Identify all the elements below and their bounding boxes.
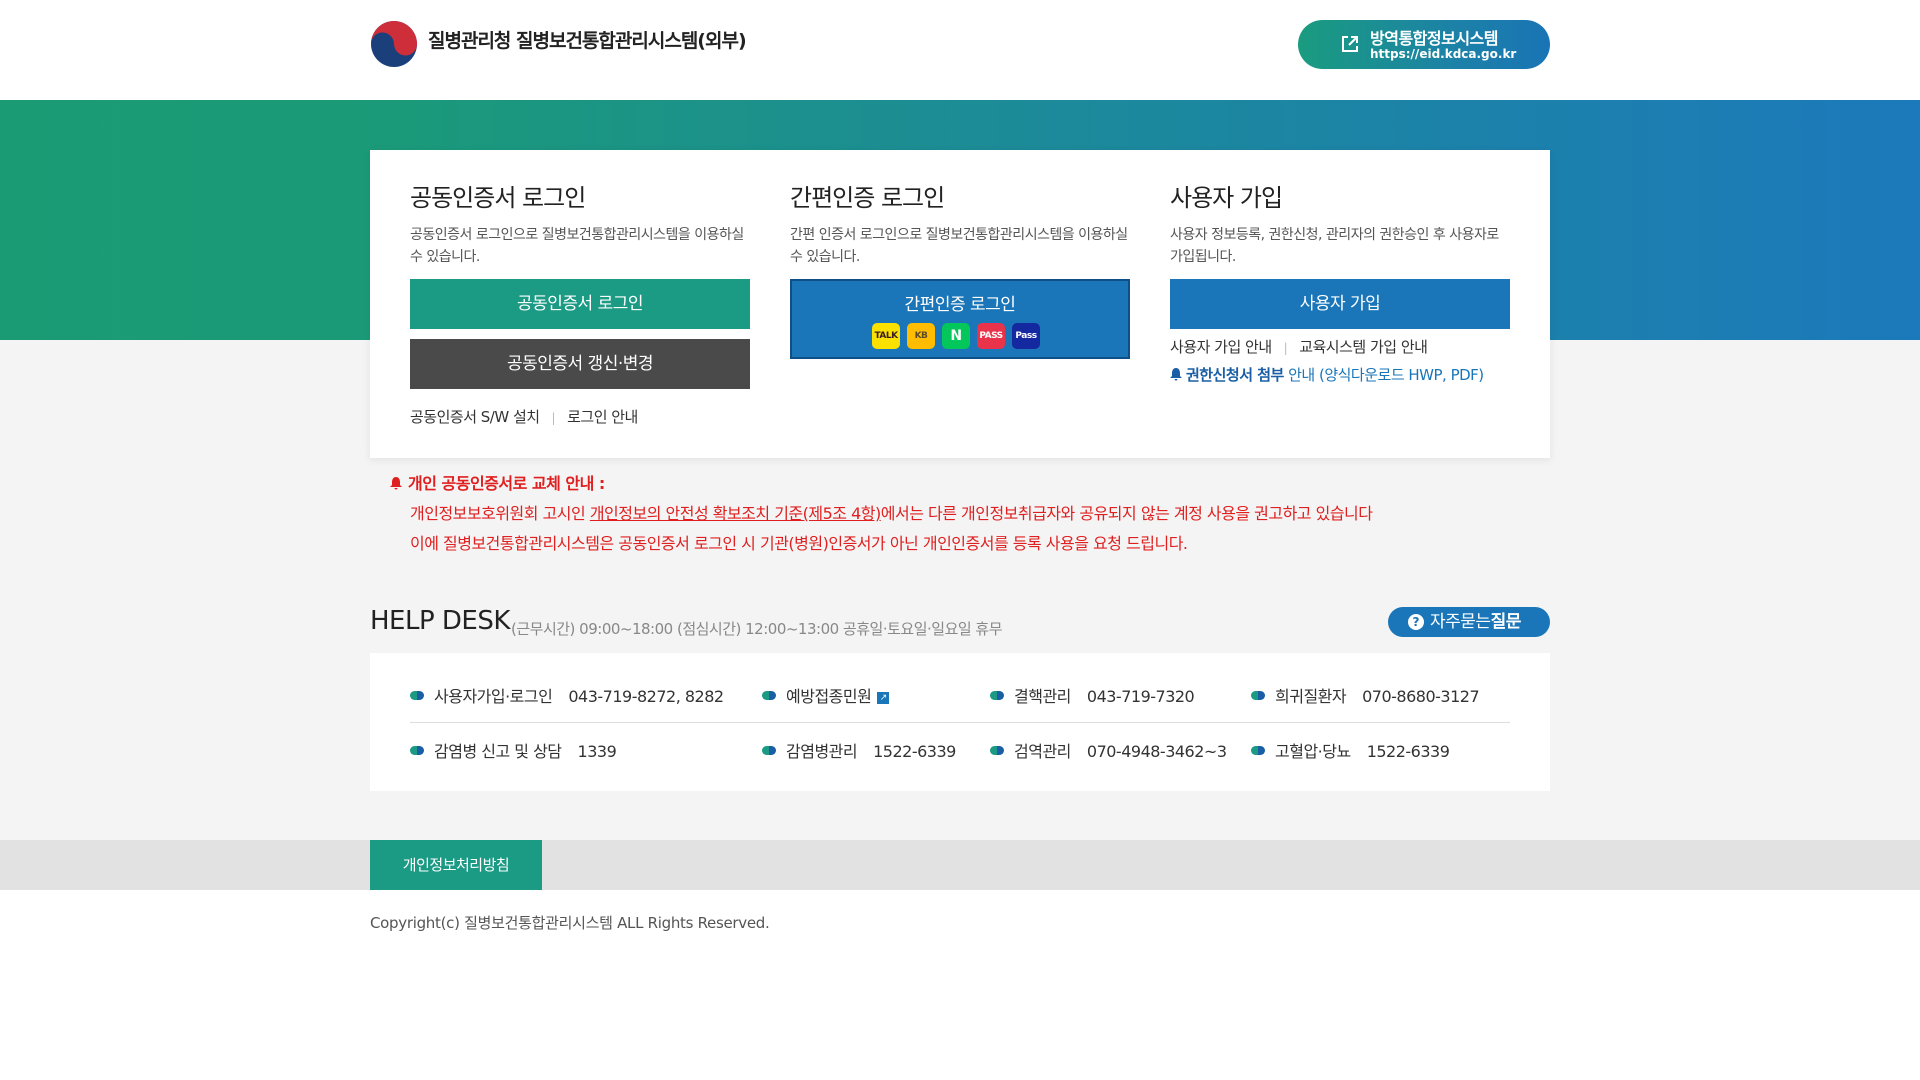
signup-title: 사용자 가입: [1170, 184, 1283, 212]
cert-renew-button[interactable]: 공동인증서 갱신·변경: [410, 339, 750, 389]
notice-line1-post: 에서는 다른 개인정보취급자와 공유되지 않는 계정 사용을 권고하고 있습니다: [880, 504, 1373, 523]
contact-label: 희귀질환자: [1275, 687, 1347, 706]
cert-login-title: 공동인증서 로그인: [410, 184, 586, 212]
external-link-icon: ↗: [877, 691, 890, 704]
contact-label: 사용자가입·로그인: [434, 687, 553, 706]
contact-number: 043-719-7320: [1086, 687, 1195, 706]
kb-icon: KB: [907, 323, 935, 349]
notice-head: 개인 공동인증서로 교체 안내 :: [390, 470, 1540, 494]
bullet-icon: [762, 746, 776, 755]
permission-form-bold: 권한신청서 첨부: [1186, 366, 1284, 384]
contact-number: 070-8680-3127: [1362, 687, 1480, 706]
contact-label: 고혈압·당뇨: [1275, 742, 1351, 761]
contact-item: 사용자가입·로그인 043-719-8272, 8282: [410, 683, 724, 707]
simple-login-button[interactable]: 간편인증 로그인 TALK KB N PASS Pass: [790, 279, 1130, 359]
contact-number: 1522-6339: [1366, 742, 1450, 761]
contact-number: 1339: [577, 742, 617, 761]
eid-system-button[interactable]: 방역통합정보시스템 https://eid.kdca.go.kr: [1298, 20, 1550, 69]
faq-button[interactable]: ? 자주묻는질문: [1388, 607, 1550, 637]
login-guide-link[interactable]: 로그인 안내: [567, 408, 638, 426]
login-card: 공동인증서 로그인 공동인증서 로그인으로 질병보건통합관리시스템을 이용하실 …: [370, 150, 1550, 458]
kakao-icon: TALK: [872, 323, 900, 349]
bell-icon: [1170, 368, 1182, 381]
bullet-icon: [990, 746, 1004, 755]
cert-install-link[interactable]: 공동인증서 S/W 설치: [410, 408, 540, 426]
faq-label-bold: 질문: [1490, 612, 1522, 632]
bell-icon: [390, 477, 402, 490]
contact-label: 검역관리: [1014, 742, 1071, 761]
kdca-logo[interactable]: [370, 20, 418, 68]
contact-number: 1522-6339: [873, 742, 956, 761]
provider-icons: TALK KB N PASS Pass: [872, 323, 1052, 349]
contact-item: 결핵관리 043-719-7320: [990, 683, 1195, 707]
eid-url: https://eid.kdca.go.kr: [1370, 47, 1517, 61]
simple-login-desc: 간편 인증서 로그인으로 질병보건통합관리시스템을 이용하실 수 있습니다.: [790, 227, 1128, 265]
question-icon: ?: [1408, 614, 1424, 630]
simple-login-label: 간편인증 로그인: [904, 295, 1016, 315]
notice-line1-pre: 개인정보보호위원회 고시인: [410, 504, 590, 523]
simple-login-title: 간편인증 로그인: [790, 184, 945, 212]
bullet-icon: [410, 691, 424, 700]
permission-form-rest: 안내 (양식다운로드 HWP, PDF): [1283, 366, 1484, 384]
copyright: Copyright(c) 질병보건통합관리시스템 ALL Rights Rese…: [370, 914, 770, 932]
contact-item-vaccination[interactable]: 예방접종민원 ↗: [762, 683, 890, 707]
contact-label: 예방접종민원: [786, 687, 872, 706]
bullet-icon: [762, 691, 776, 700]
contact-item: 검역관리 070-4948-3462~3: [990, 738, 1227, 762]
site-title[interactable]: 질병관리청 질병보건통합관리시스템(외부): [428, 26, 747, 53]
helpdesk-contacts: 사용자가입·로그인 043-719-8272, 8282 예방접종민원 ↗ 결핵관리…: [370, 653, 1550, 791]
notice-line-2: 이에 질병보건통합관리시스템은 공동인증서 로그인 시 기관(병원)인증서가 아…: [410, 534, 1188, 553]
header: 질병관리청 질병보건통합관리시스템(외부) 방역통합정보시스템 https://…: [0, 0, 1920, 100]
external-link-icon: [1342, 36, 1358, 52]
cert-login-desc: 공동인증서 로그인으로 질병보건통합관리시스템을 이용하실 수 있습니다.: [410, 227, 744, 265]
notice-head-text: 개인 공동인증서로 교체 안내 :: [408, 474, 605, 493]
contact-number: 043-719-8272, 8282: [568, 687, 724, 706]
helpdesk-hours: (근무시간) 09:00~18:00 (점심시간) 12:00~13:00 공휴…: [511, 620, 1003, 638]
contact-label: 감염병관리: [786, 742, 858, 761]
contact-item: 감염병 신고 및 상담 1339: [410, 738, 617, 762]
edu-signup-link[interactable]: 교육시스템 가입 안내: [1299, 338, 1428, 356]
divider: |: [551, 411, 556, 425]
privacy-policy-link[interactable]: 개인정보처리방침: [370, 840, 542, 890]
pass-icon: PASS: [977, 323, 1005, 349]
bullet-icon: [1251, 746, 1265, 755]
signup-button[interactable]: 사용자 가입: [1170, 279, 1510, 329]
cert-links: 공동인증서 S/W 설치 | 로그인 안내: [410, 406, 638, 427]
permission-form-link[interactable]: 권한신청서 첨부 안내 (양식다운로드 HWP, PDF): [1170, 364, 1484, 385]
faq-label: 자주묻는질문: [1430, 607, 1521, 637]
signup-guide-link[interactable]: 사용자 가입 안내: [1170, 338, 1272, 356]
helpdesk-title: HELP DESK: [370, 606, 510, 636]
divider: [410, 722, 1510, 723]
contact-label: 결핵관리: [1014, 687, 1071, 706]
footer-bar: [0, 840, 1920, 890]
notice-regulation-link[interactable]: 개인정보의 안전성 확보조치 기준(제5조 4항): [590, 504, 881, 523]
bullet-icon: [990, 691, 1004, 700]
contact-item: 감염병관리 1522-6339: [762, 738, 956, 762]
faq-label-pre: 자주묻는: [1430, 612, 1491, 632]
bullet-icon: [410, 746, 424, 755]
signup-desc: 사용자 정보등록, 권한신청, 관리자의 권한승인 후 사용자로 가입됩니다.: [1170, 227, 1499, 265]
naver-icon: N: [942, 323, 970, 349]
contact-item: 고혈압·당뇨 1522-6339: [1251, 738, 1450, 762]
signup-links: 사용자 가입 안내 | 교육시스템 가입 안내: [1170, 336, 1428, 357]
cert-notice: 개인 공동인증서로 교체 안내 : 개인정보보호위원회 고시인 개인정보의 안전…: [390, 470, 1540, 553]
eid-title: 방역통합정보시스템: [1370, 29, 1498, 48]
contact-label: 감염병 신고 및 상담: [434, 742, 562, 761]
contact-number: 070-4948-3462~3: [1086, 742, 1227, 761]
bullet-icon: [1251, 691, 1265, 700]
notice-line-1: 개인정보보호위원회 고시인 개인정보의 안전성 확보조치 기준(제5조 4항)에…: [410, 500, 1373, 524]
cert-login-button[interactable]: 공동인증서 로그인: [410, 279, 750, 329]
samsung-pass-icon: Pass: [1012, 323, 1040, 349]
divider: |: [1283, 341, 1288, 355]
contact-item: 희귀질환자 070-8680-3127: [1251, 683, 1480, 707]
